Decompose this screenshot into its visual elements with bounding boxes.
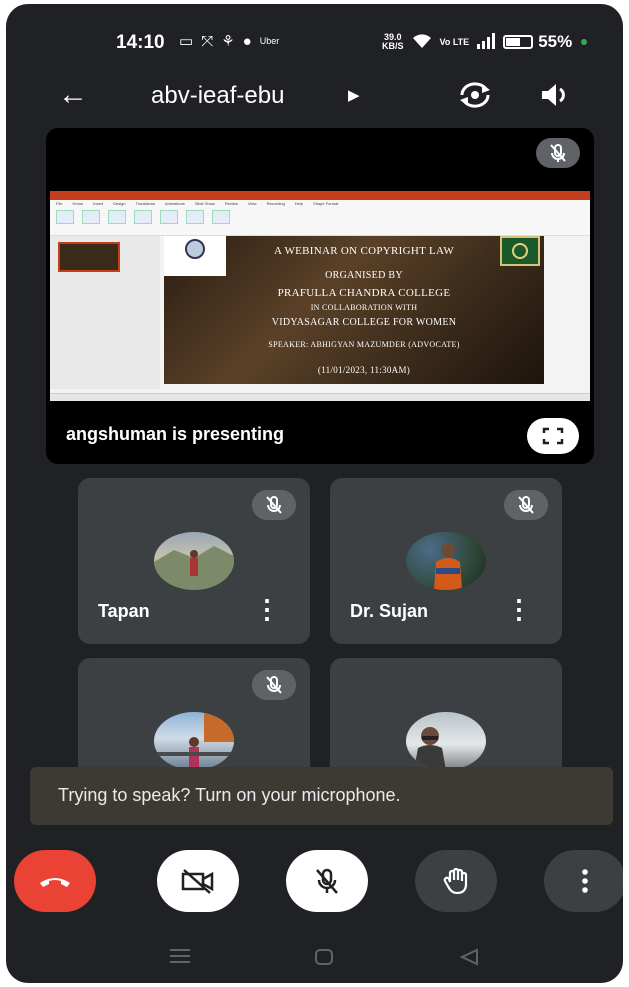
ribbon-tab: Design (113, 201, 126, 206)
fullscreen-icon (542, 427, 564, 445)
presentation-tile[interactable]: File Home Insert Design Transitions Anim… (46, 128, 594, 464)
fullscreen-button[interactable] (527, 418, 579, 454)
end-call-button[interactable] (14, 850, 96, 912)
slide-speaker: SPEAKER: ABHIGYAN MAZUMDER (ADVOCATE) (268, 340, 460, 349)
slide-title: A WEBINAR ON COPYRIGHT LAW (273, 245, 455, 257)
caret-right-icon[interactable]: ▶ (348, 86, 360, 104)
ribbon-tab: Shape Format (313, 201, 339, 206)
video-off-icon (181, 869, 214, 894)
uber-label: Uber (259, 36, 280, 46)
ribbon-tab: Review (224, 201, 238, 206)
wifi-icon (412, 33, 432, 52)
ribbon-tool-icon (108, 210, 126, 224)
slide-canvas: A WEBINAR ON COPYRIGHT LAW ORGANISED BY … (164, 236, 544, 384)
slide-thumbnail-pane (50, 236, 160, 389)
status-time: 14:10 (116, 32, 165, 53)
hand-icon (443, 867, 468, 895)
ribbon-tab: File (56, 201, 63, 206)
app-icon: ⚘ (221, 33, 235, 50)
participant-tile[interactable]: Tapan ⋮ (78, 478, 310, 644)
ribbon-tools (56, 210, 230, 224)
slide-collab: IN COLLABORATION WITH (310, 303, 418, 312)
whatsapp-icon: ● (242, 32, 252, 50)
avatar (154, 712, 234, 770)
muted-icon (504, 490, 548, 520)
avatar (154, 532, 234, 590)
ribbon-tab: Recording (266, 201, 285, 206)
status-bar: 14:10 ▭ ⤧ ⚘ ● Uber 39.0 KB/S Vo LTE 55% (6, 4, 623, 74)
slide-thumbnail (58, 242, 120, 272)
muted-icon (252, 490, 296, 520)
android-navbar (6, 940, 623, 980)
privacy-dot-icon (581, 39, 588, 45)
ribbon-tab: Animations (165, 201, 185, 206)
notification-icons: ▭ ⤧ ⚘ ● Uber (179, 32, 280, 51)
participant-tile[interactable]: Dr. Sujan ⋮ (330, 478, 562, 644)
ribbon-tool-icon (212, 210, 230, 224)
presenter-muted-icon (536, 138, 580, 168)
more-vert-icon (582, 869, 588, 893)
battery-percent: 55% (538, 32, 573, 51)
avatar (406, 532, 486, 590)
recent-apps-icon[interactable] (169, 948, 191, 969)
ribbon-tool-icon (134, 210, 152, 224)
powerpoint-ribbon: File Home Insert Design Transitions Anim… (50, 200, 590, 236)
ribbon-tool-icon (186, 210, 204, 224)
home-icon[interactable] (314, 948, 334, 971)
meeting-header: ← abv-ieaf-ebu ▶ (6, 74, 623, 120)
screen-cast-icon: ▭ (179, 33, 194, 50)
partner-logo (500, 236, 540, 266)
ribbon-tab: Transitions (135, 201, 156, 206)
battery-icon (503, 35, 534, 49)
network-speed-unit: KB/S (382, 41, 404, 51)
missed-call-icon: ⤧ (201, 32, 214, 50)
slide-college: PRAFULLA CHANDRA COLLEGE (277, 287, 451, 299)
raise-hand-button[interactable] (415, 850, 497, 912)
switch-camera-icon[interactable] (458, 80, 492, 110)
ribbon-tab: View (247, 201, 257, 206)
signal-icon (477, 32, 496, 52)
mic-reminder-toast[interactable]: Trying to speak? Turn on your microphone… (30, 767, 613, 825)
partner-emblem-icon (512, 243, 528, 259)
participant-name: Tapan (98, 601, 150, 621)
powerpoint-status-bar (50, 393, 590, 401)
back-nav-icon[interactable] (459, 948, 479, 971)
back-arrow-icon[interactable]: ← (58, 78, 88, 112)
meet-call-screen: 14:10 ▭ ⤧ ⚘ ● Uber 39.0 KB/S Vo LTE 55% (6, 4, 623, 983)
more-vert-icon[interactable]: ⋮ (506, 596, 532, 622)
ribbon-tool-icon (82, 210, 100, 224)
powerpoint-title-bar (50, 191, 590, 200)
status-right: 39.0 KB/S Vo LTE 55% (382, 32, 588, 52)
network-speed: 39.0 KB/S (382, 33, 404, 51)
muted-icon (252, 670, 296, 700)
slide-date: (11/01/2023, 11:30AM) (317, 365, 411, 375)
slide-partner-college: VIDYASAGAR COLLEGE FOR WOMEN (271, 317, 457, 328)
more-vert-icon[interactable]: ⋮ (254, 596, 280, 622)
ribbon-tab: Insert (93, 201, 104, 206)
speaker-icon[interactable] (538, 80, 572, 110)
ribbon-tool-icon (56, 210, 74, 224)
shared-screen: File Home Insert Design Transitions Anim… (50, 191, 590, 401)
avatar (406, 712, 486, 770)
volte-icon: Vo LTE (439, 36, 470, 47)
ribbon-tab: Help (294, 201, 304, 206)
participant-name: Dr. Sujan (350, 601, 429, 621)
presenting-caption: angshuman is presenting (66, 424, 285, 444)
mic-toggle-button[interactable] (286, 850, 368, 912)
camera-toggle-button[interactable] (157, 850, 239, 912)
college-emblem-icon (185, 239, 205, 259)
ribbon-tab: Home (72, 201, 84, 206)
ribbon-tab: Slide Show (194, 201, 215, 206)
mic-off-icon (316, 868, 338, 894)
toast-message: Trying to speak? Turn on your microphone… (58, 785, 401, 805)
battery-status: 55% (503, 32, 588, 52)
slide-organised-by: ORGANISED BY (325, 270, 403, 281)
meeting-code[interactable]: abv-ieaf-ebu (151, 82, 284, 110)
ribbon-tabs: File Home Insert Design Transitions Anim… (56, 201, 338, 206)
phone-hangup-icon (40, 878, 70, 887)
more-options-button[interactable] (544, 850, 623, 912)
college-logo (164, 236, 226, 276)
ribbon-tool-icon (160, 210, 178, 224)
